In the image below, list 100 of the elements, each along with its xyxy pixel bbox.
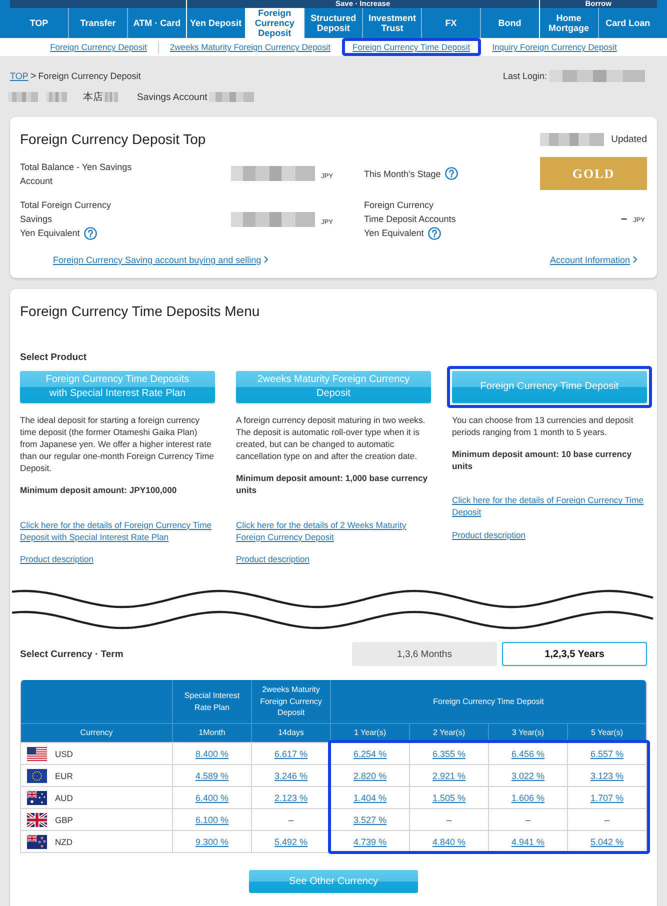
chevron-icon [633,256,637,263]
field-label: Total Balance - Yen Savings Account [20,160,132,188]
rate-text: – [604,814,610,824]
help-icon[interactable] [444,167,458,180]
rate-link[interactable]: 1.505 % [432,792,466,802]
column-header: 5 Year(s) [567,723,646,742]
rate-link[interactable]: 2.123 % [274,792,308,802]
flag-icon [27,768,47,782]
breadcrumb-separator: > [30,70,36,82]
rate-link[interactable]: 3.527 % [353,814,387,824]
term-toggle[interactable]: 1,2,3,5 Years [502,642,647,666]
rate-link[interactable]: 2.921 % [432,770,466,780]
rate-link[interactable]: 8.400 % [195,748,229,758]
sub-navigation-link[interactable]: Foreign Currency Deposit [50,42,147,52]
last-login-label: Last Login: [502,71,547,81]
nav-tab[interactable]: Yen Deposit [186,8,245,38]
sub-navigation-link[interactable]: Inquiry Foreign Currency Deposit [492,42,617,52]
rate-link[interactable]: 4.840 % [432,836,466,846]
rate-link[interactable]: 1.707 % [590,792,624,802]
product-button[interactable]: 2weeks Maturity Foreign Currency Deposit [236,371,431,403]
rate-link[interactable]: 6.456 % [511,748,545,758]
rate-link[interactable]: 6.617 % [274,748,308,758]
product-description-link[interactable]: Product description [236,552,310,565]
flag-icon [27,746,47,760]
rate-text: – [446,814,452,824]
breadcrumb-link[interactable]: TOP [10,71,28,81]
help-icon[interactable] [84,226,97,240]
currency-code: USD [55,748,73,758]
field-label: Foreign Currency Time Deposit Accounts [364,199,456,226]
currency-code: NZD [55,836,72,846]
blurred-text [103,92,118,102]
rate-link[interactable]: 6.355 % [432,748,466,758]
rate-link[interactable]: 5.492 % [274,836,308,846]
sub-navigation-link[interactable]: Foreign Currency Time Deposit [352,42,470,52]
currency-code: AUD [55,792,73,802]
rate-link[interactable]: 3.246 % [274,770,308,780]
product-description: You can choose from 13 currencies and deposit periods ranging from 1 month to 5 years. [452,414,634,438]
rate-link[interactable]: 3.123 % [590,770,624,780]
rate-link[interactable]: 1.404 % [353,792,387,802]
details-link[interactable]: Click here for the details of 2 Weeks Maturity Foreign Currency Deposit [236,518,431,543]
rate-link[interactable]: 4.589 % [195,770,229,780]
flag-icon [27,790,47,804]
nav-tab[interactable]: Investment Trust [362,8,422,38]
link[interactable]: Foreign Currency Saving account buying and selling [53,254,268,266]
card-title: Foreign Currency Deposit Top [20,131,206,148]
column-group-header: Special Interest Rate Plan [172,680,251,723]
nav-tab[interactable]: TOP [10,8,68,38]
rate-link[interactable]: 6.400 % [195,792,229,802]
currency-code: EUR [55,770,73,780]
rate-link[interactable]: 4.739 % [353,836,387,846]
rate-text: – [525,814,530,824]
card-title: Foreign Currency Time Deposits Menu [20,303,261,320]
rate-link[interactable]: 6.254 % [353,748,387,758]
rate-link[interactable]: 9.300 % [195,836,229,846]
minimum-deposit-text: Minimum deposit amount: 10 base currency units [452,448,633,472]
column-group-header: Foreign Currency Time Deposit [330,680,646,723]
nav-tab[interactable]: FX [421,8,480,38]
rate-link[interactable]: 4.941 % [511,836,545,846]
details-link[interactable]: Click here for the details of Foreign Currency Time Deposit with Special Interest Rate Plan [20,518,215,543]
rate-text: – [288,814,294,824]
blurred-text [46,92,67,102]
column-header: 1 Year(s) [330,723,409,742]
product-description-link[interactable]: Product description [452,528,526,541]
currency-code: GBP [55,814,73,824]
rate-link[interactable]: 2.820 % [353,770,387,780]
section-label: Select Product [20,352,88,364]
link[interactable]: Account Information [550,254,637,266]
sub-navigation-link[interactable]: 2weeks Maturity Foreign Currency Deposit [170,42,331,52]
section-label: Select Currency · Term [20,648,124,660]
updated-label: Updated [611,134,647,145]
amount-value: – [620,213,628,225]
stage-badge: GOLD [540,157,647,190]
blurred-text [209,92,254,102]
account-type: Savings Account [137,92,208,102]
rate-link[interactable]: 1.606 % [511,792,545,802]
term-toggle[interactable]: 1,3,6 Months [352,642,497,666]
column-group-header: 2weeks Maturity Foreign Currency Deposit [251,680,330,723]
rate-link[interactable]: 6.100 % [195,814,229,824]
field-sublabel: Yen Equivalent [364,227,424,240]
minimum-deposit-text: Minimum deposit amount: 1,000 base currency units [236,472,429,497]
field-sublabel: Yen Equivalent [20,227,80,240]
product-button[interactable]: Foreign Currency Time Deposits with Special Interest Rate Plan [20,371,215,403]
product-description: The ideal deposit for starting a foreign currency time deposit (the former Otameshi Gaika Plan) from Japanese yen. We offer a higher interest rate than our regular one-month Foreign Currency Time Deposit. [20,414,215,474]
flag-icon [27,834,47,848]
help-icon[interactable] [428,226,441,240]
blurred-text [540,133,604,146]
chevron-icon [264,256,268,263]
column-header: 3 Year(s) [488,723,567,742]
breadcrumb-current: Foreign Currency Deposit [38,71,141,81]
rate-link[interactable]: 5.042 % [590,836,624,846]
nav-tab[interactable]: Home Mortgage [540,8,598,38]
product-description-link[interactable]: Product description [20,552,94,565]
rate-link[interactable]: 3.022 % [511,770,545,780]
rate-link[interactable]: 6.557 % [590,748,624,758]
product-description: A foreign currency deposit maturing in two weeks. The deposit is automatic roll-over type when it is created, but can be changed to automatic cancellation type on and after the creation date. [236,414,426,462]
flag-icon [27,812,47,826]
field-label: This Month's Stage [364,168,441,180]
branch-name: 本店 [83,90,103,104]
details-link[interactable]: Click here for the details of Foreign Currency Time Deposit [452,494,647,519]
nav-tab[interactable]: Foreign Currency Deposit [244,8,304,38]
